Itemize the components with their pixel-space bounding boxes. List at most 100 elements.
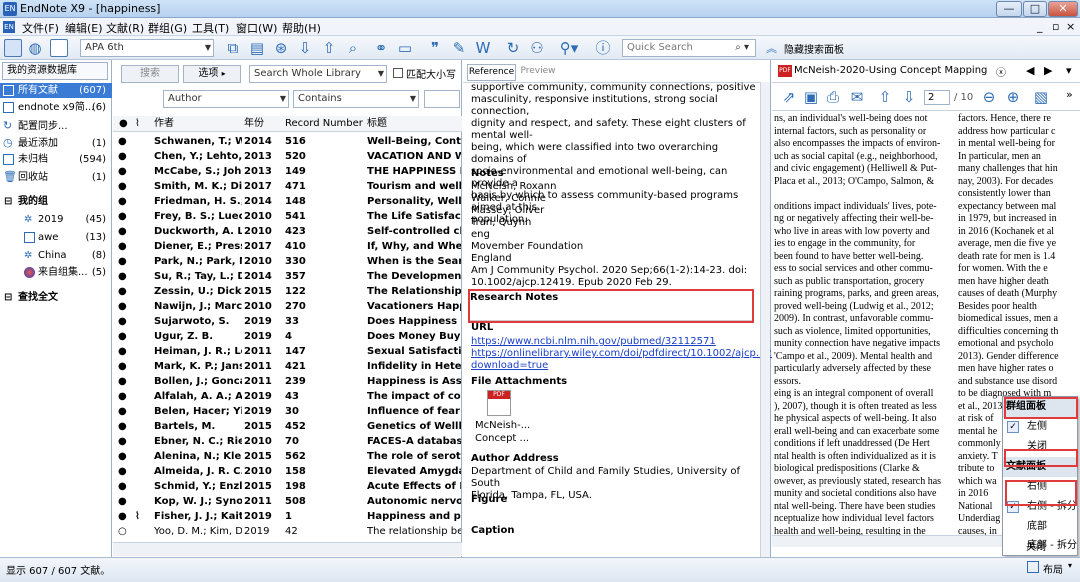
menu-tools[interactable]: 工具(T) xyxy=(192,20,229,36)
integrated-library-mode-icon[interactable] xyxy=(50,39,68,57)
layout-button[interactable]: 布局 xyxy=(1043,561,1063,576)
tab-close-icon[interactable]: ⓧ xyxy=(996,64,1006,79)
search-term-input[interactable] xyxy=(424,90,460,108)
table-row[interactable]: ● Smith, M. K.; Die...2017 471 Tourism and … xyxy=(113,179,462,194)
menu-window[interactable]: 窗口(W) xyxy=(236,20,277,36)
table-row[interactable]: ● Friedman, H. S.; ...2014 148 Personality,… xyxy=(113,194,462,209)
group-endnote-x9[interactable]: endnote x9简... (6) xyxy=(0,100,112,115)
pdf-page-input[interactable]: 2 xyxy=(924,90,950,105)
pdf-open-external-icon[interactable]: ⇗ xyxy=(780,88,798,106)
sync-icon[interactable]: ↻ xyxy=(504,39,522,57)
table-row[interactable]: ● Zessin, U.; Dickha...2015 122 The Relatio… xyxy=(113,284,462,299)
record-number-column-header[interactable]: Record Number xyxy=(285,116,363,132)
table-row[interactable]: ● Duckworth, A. L.;...2010 423 Self-control… xyxy=(113,224,462,239)
collapse-icon[interactable]: ︽ xyxy=(766,40,777,56)
pdf-zoom-in-icon[interactable]: ⊕ xyxy=(1004,88,1022,106)
horizontal-scrollbar[interactable] xyxy=(113,542,462,556)
pdf-previous-page-icon[interactable]: ⇧ xyxy=(876,88,894,106)
search-field-select[interactable]: Author ▼ xyxy=(163,90,289,108)
pdf-more-tools-icon[interactable]: » xyxy=(1066,88,1073,101)
maximize-button[interactable]: □ xyxy=(1023,1,1047,17)
search-button[interactable]: 搜索 xyxy=(121,65,179,83)
read-status-column-icon[interactable]: ● xyxy=(119,116,128,132)
menu-edit[interactable]: 编辑(E) xyxy=(65,20,103,36)
table-row[interactable]: ● Almeida, J. R. C.; ...2010 158 Elevated A… xyxy=(113,464,462,479)
attachment-filename[interactable]: McNeish-... xyxy=(475,420,760,432)
inner-minimize-button[interactable]: _ xyxy=(1037,20,1043,33)
group-awe[interactable]: awe (13) xyxy=(0,230,112,245)
table-row[interactable]: ● Park, N.; Park, M....2010 330 When is the… xyxy=(113,254,462,269)
table-row[interactable]: ● Heiman, J. R.; Lo...2011 147 Sexual Satis… xyxy=(113,344,462,359)
table-row[interactable]: ○ Yoo, D. M.; Kim, D...2019 42 The relation… xyxy=(113,524,462,539)
edit-citation-icon[interactable]: ✎ xyxy=(450,39,468,57)
url-links[interactable]: https://www.ncbi.nlm.nih.gov/pubmed/3211… xyxy=(471,336,796,372)
table-row[interactable]: ● Nawijn, J.; March...2010 270 Vacationers … xyxy=(113,299,462,314)
table-row[interactable]: ● Mark, K. P.; Janss...2011 421 Infidelity … xyxy=(113,359,462,374)
search-dropdown-icon[interactable]: ⌕ ▾ xyxy=(735,40,749,56)
attachment-filename-line2[interactable]: Concept ... xyxy=(475,433,760,445)
insert-citation-icon[interactable]: ⧉ xyxy=(224,39,242,57)
pdf-zoom-out-icon[interactable]: ⊖ xyxy=(980,88,998,106)
match-case-checkbox[interactable] xyxy=(393,68,403,78)
search-operator-select[interactable]: Contains ▼ xyxy=(293,90,419,108)
tab-reference[interactable]: Reference xyxy=(467,64,516,81)
table-row[interactable]: ● Bollen, J.; Goncal...2011 239 Happiness i… xyxy=(113,374,462,389)
tab-preview[interactable]: Preview xyxy=(518,64,558,81)
search-scope-select[interactable]: Search Whole Library ▼ xyxy=(249,65,387,83)
table-row[interactable]: ● Diener, E.; Press...2017 410 If, Why, and… xyxy=(113,239,462,254)
share-dropdown-icon[interactable]: ⚲▾ xyxy=(556,39,582,57)
help-icon[interactable]: ⓘ xyxy=(594,39,612,57)
table-row[interactable]: ● Alenina, N.; Klem...2015 562 The role of … xyxy=(113,449,462,464)
format-bibliography-icon[interactable]: ▤ xyxy=(248,39,266,57)
table-row[interactable]: ● ⌇ Fisher, J. J.; Kaitel...2019 1 Happiness… xyxy=(113,509,462,524)
layout-dropdown-icon[interactable]: ▾ xyxy=(1068,561,1072,570)
output-style-select[interactable]: APA 6th ▼ xyxy=(80,39,214,57)
table-row[interactable]: ● Frey, B. S.; Luechi...2010 541 The Life S… xyxy=(113,209,462,224)
export-icon[interactable]: ⇧ xyxy=(320,39,338,57)
my-groups-header[interactable]: ⊟ 我的组 xyxy=(0,194,112,209)
open-link-icon[interactable]: ⚭ xyxy=(372,39,390,57)
open-file-icon[interactable]: ▭ xyxy=(396,39,414,57)
table-row[interactable]: ● Alfalah, A. A.; Alg...2019 43 The impact … xyxy=(113,389,462,404)
find-full-text-icon[interactable]: ⌕ xyxy=(344,39,362,57)
inner-restore-button[interactable]: ▫ xyxy=(1052,20,1059,33)
local-library-mode-icon[interactable] xyxy=(4,39,22,57)
quick-search-input[interactable]: Quick Search ⌕ ▾ xyxy=(622,39,756,57)
menu-item-close-ref[interactable]: 关闭 xyxy=(1026,538,1046,553)
close-button[interactable]: ✕ xyxy=(1048,1,1078,17)
table-row[interactable]: ● Ugur, Z. B. 2019 4 Does Money Buy H xyxy=(113,329,462,344)
table-row[interactable]: ● Sujarwoto, S. 2019 33 Does Happiness Pa xyxy=(113,314,462,329)
pdf-file-icon[interactable]: PDF xyxy=(487,390,511,416)
menu-item-bottom[interactable]: 底部 xyxy=(1003,517,1077,537)
author-column-header[interactable]: 作者 xyxy=(154,116,174,132)
insert-citation-word-icon[interactable]: ❞ xyxy=(426,39,444,57)
tab-scroll-right-icon[interactable]: ▶ xyxy=(1044,64,1052,77)
table-row[interactable]: ● Bartels, M. 2015 452 Genetics of Wellb xyxy=(113,419,462,434)
pdf-annotations-icon[interactable]: ▧ xyxy=(1032,88,1050,106)
tab-scroll-left-icon[interactable]: ◀ xyxy=(1026,64,1034,77)
group-sync[interactable]: ↻ 配置同步... xyxy=(0,119,112,134)
pdf-next-page-icon[interactable]: ⇩ xyxy=(900,88,918,106)
menu-file[interactable]: 文件(F) xyxy=(22,20,59,36)
menu-groups[interactable]: 群组(G) xyxy=(148,20,187,36)
group-from-group-set[interactable]: 来自组集... (5) xyxy=(0,265,112,280)
pdf-print-icon[interactable]: ⎙ xyxy=(824,88,842,106)
table-row[interactable]: ● Belen, Hacer; Yil...2019 30 Influence of … xyxy=(113,404,462,419)
group-all-references[interactable]: 所有文献 (607) xyxy=(0,83,112,98)
year-column-header[interactable]: 年份 xyxy=(244,116,264,132)
table-row[interactable]: ● Kop, W. J.; Syno...2011 508 Autonomic ner… xyxy=(113,494,462,509)
pdf-save-icon[interactable]: ▣ xyxy=(802,88,820,106)
pdf-email-icon[interactable]: ✉ xyxy=(848,88,866,106)
tab-list-icon[interactable]: ▾ xyxy=(1066,64,1072,77)
word-icon[interactable]: W xyxy=(474,39,492,57)
hide-search-panel-button[interactable]: 隐藏搜索面板 xyxy=(784,41,844,56)
group-unfiled[interactable]: 未归档 (594) xyxy=(0,152,112,167)
menu-references[interactable]: 文献(R) xyxy=(106,20,144,36)
group-china[interactable]: ✲ China (8) xyxy=(0,248,112,263)
online-search-icon[interactable]: ⊛ xyxy=(272,39,290,57)
pdf-tab-title[interactable]: McNeish-2020-Using Concept Mapping to Op… xyxy=(794,65,990,76)
table-row[interactable]: ● Chen, Y.; Lehto, X...2013 520 VACATION AN… xyxy=(113,149,462,164)
minimize-button[interactable]: — xyxy=(996,1,1022,17)
group-2019[interactable]: ✲ 2019 (45) xyxy=(0,212,112,227)
online-search-mode-icon[interactable]: ◍ xyxy=(26,39,44,57)
